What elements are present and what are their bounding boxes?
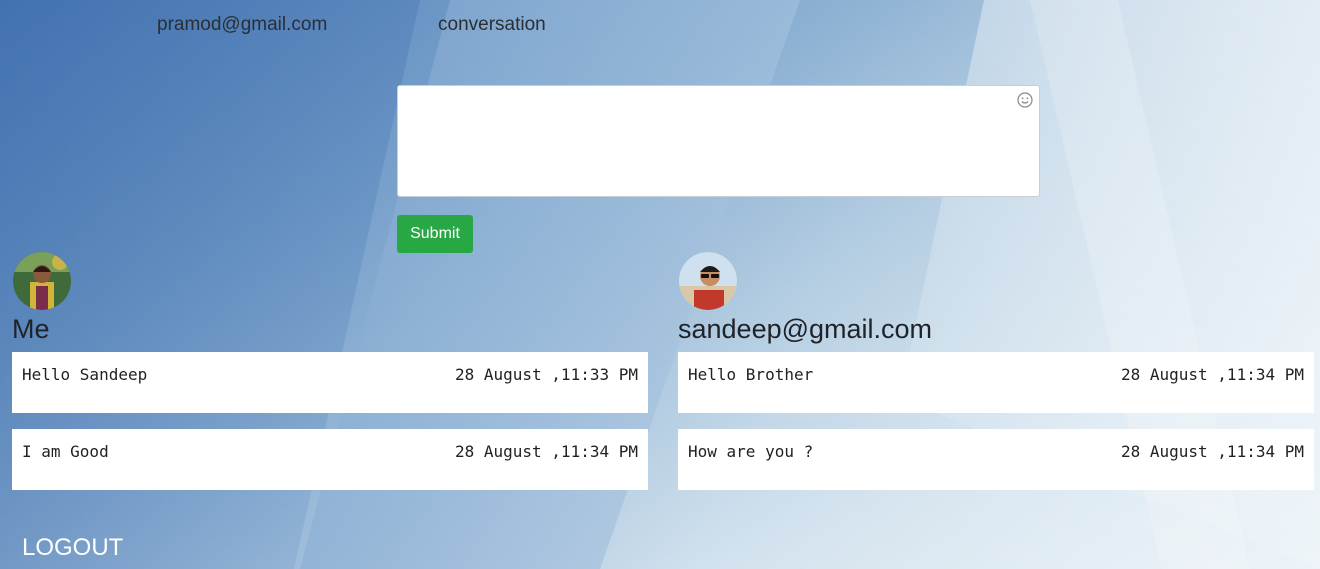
- conversation-link[interactable]: conversation: [438, 14, 546, 36]
- message-timestamp: 28 August ,11:34 PM: [1120, 365, 1304, 384]
- smiley-icon[interactable]: [1017, 92, 1033, 108]
- message-text: Hello Brother: [688, 365, 814, 384]
- message-item: Hello Sandeep 28 August ,11:33 PM: [12, 352, 648, 413]
- my-avatar: [13, 252, 71, 310]
- contact-heading: sandeep@gmail.com: [678, 314, 933, 344]
- my-heading: Me: [12, 314, 50, 344]
- logout-link[interactable]: LOGOUT: [22, 534, 123, 562]
- message-timestamp: 28 August ,11:34 PM: [454, 442, 638, 461]
- my-message-list: Hello Sandeep 28 August ,11:33 PM I am G…: [12, 352, 648, 490]
- user-email-link[interactable]: pramod@gmail.com: [157, 14, 327, 36]
- message-text: Hello Sandeep: [22, 365, 148, 384]
- message-textarea[interactable]: [397, 85, 1040, 197]
- contact-message-list: Hello Brother 28 August ,11:34 PM How ar…: [678, 352, 1314, 490]
- message-timestamp: 28 August ,11:33 PM: [454, 365, 638, 384]
- my-messages-column: Me Hello Sandeep 28 August ,11:33 PM I a…: [12, 252, 648, 506]
- message-timestamp: 28 August ,11:34 PM: [1120, 442, 1304, 461]
- other-messages-column: sandeep@gmail.com Hello Brother 28 Augus…: [678, 252, 1314, 506]
- message-text: I am Good: [22, 442, 109, 461]
- submit-button[interactable]: Submit: [397, 215, 473, 253]
- message-input[interactable]: [398, 86, 1039, 196]
- message-item: Hello Brother 28 August ,11:34 PM: [678, 352, 1314, 413]
- message-text: How are you ?: [688, 442, 814, 461]
- message-item: How are you ? 28 August ,11:34 PM: [678, 429, 1314, 490]
- message-item: I am Good 28 August ,11:34 PM: [12, 429, 648, 490]
- contact-avatar: [679, 252, 737, 310]
